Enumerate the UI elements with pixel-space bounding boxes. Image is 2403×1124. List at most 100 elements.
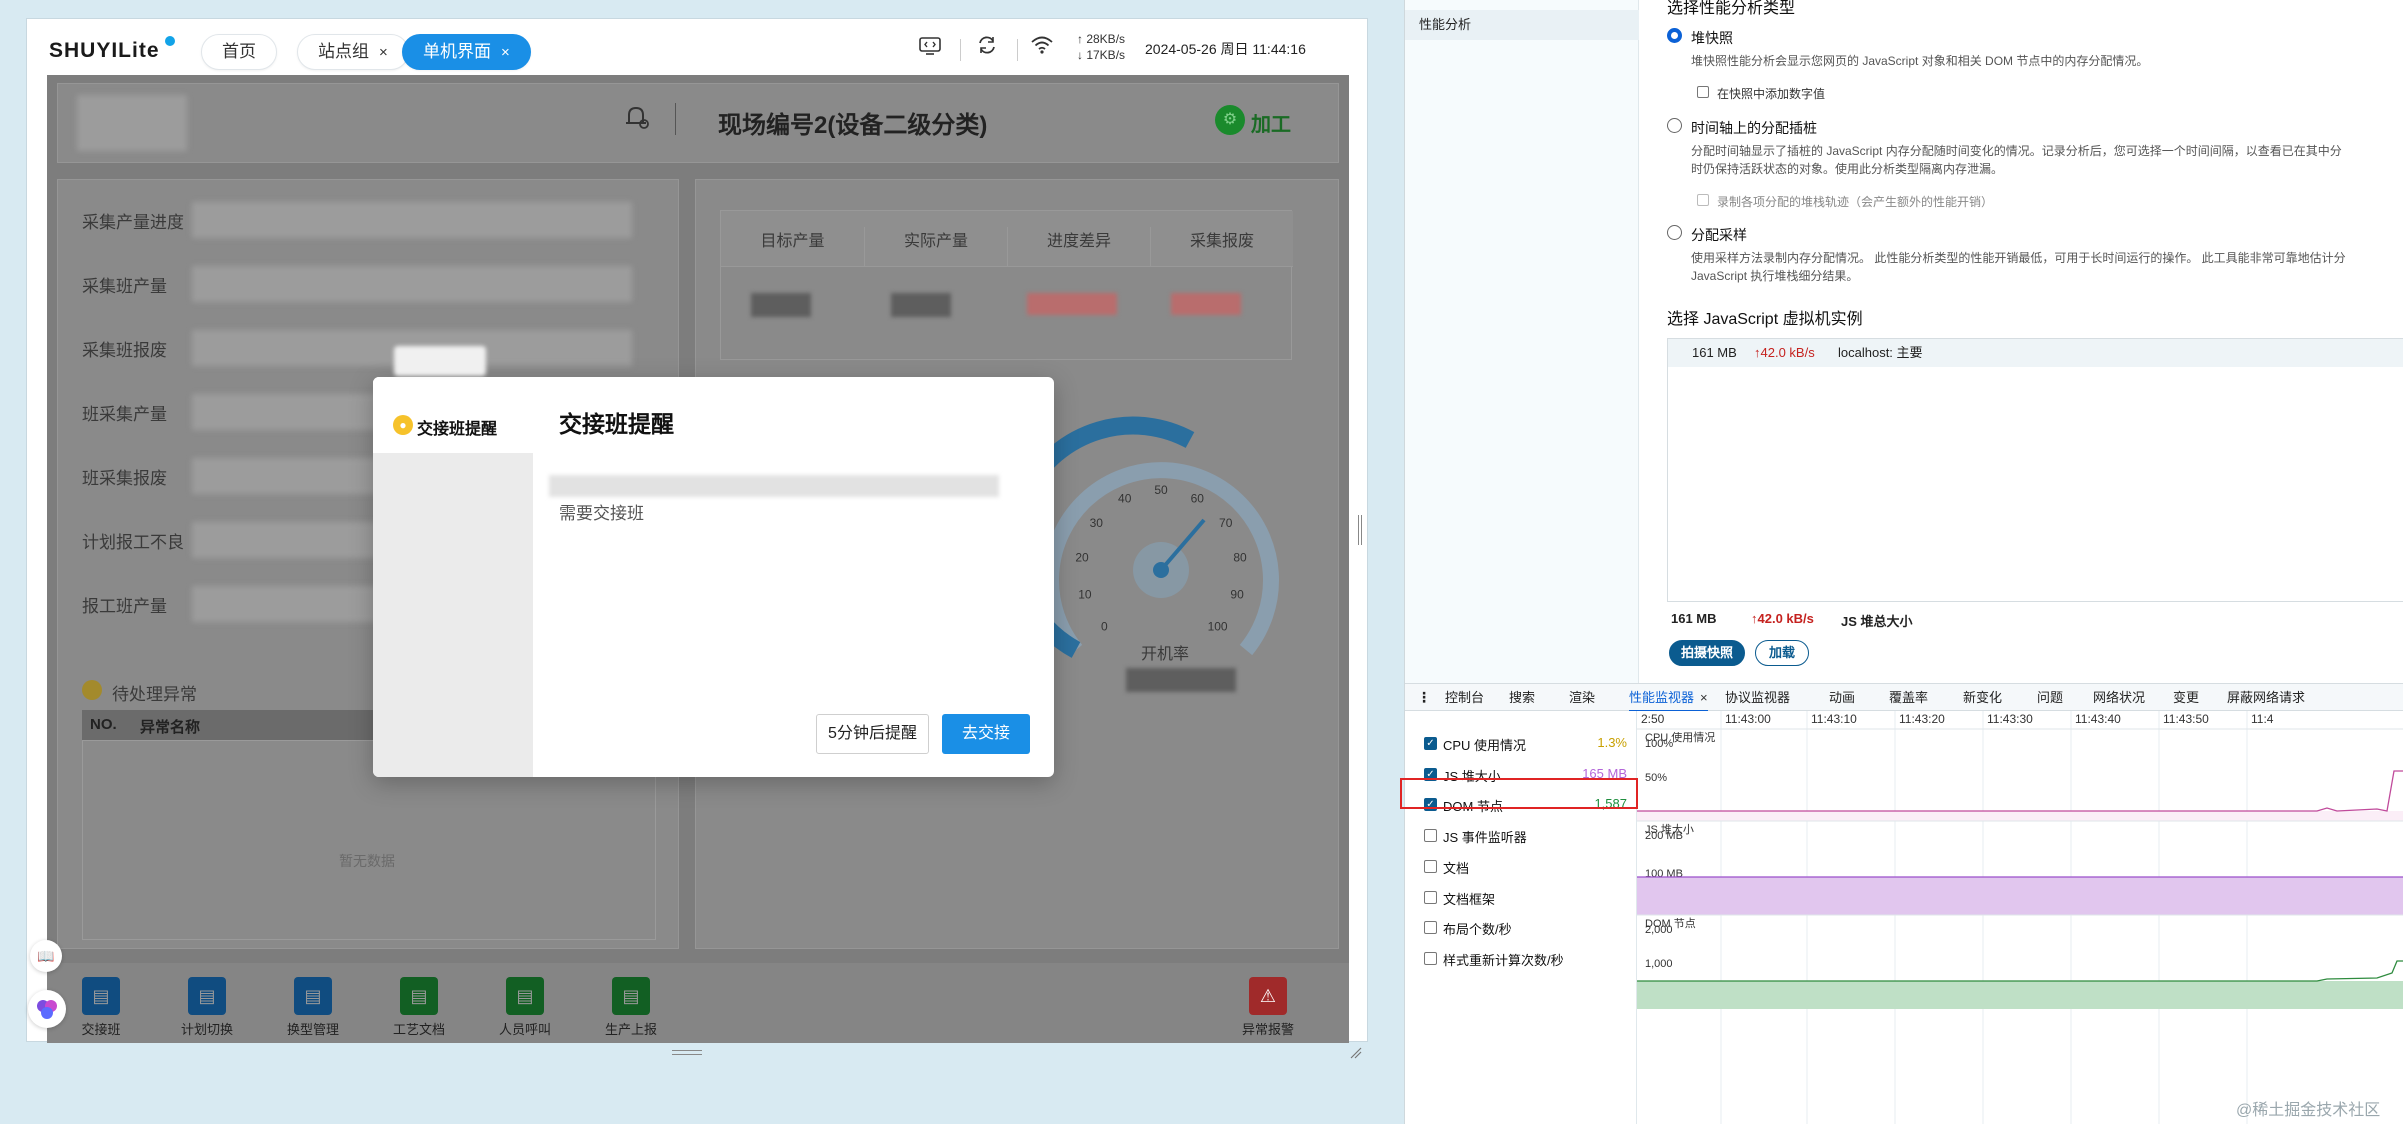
plan-switch-icon: ▤ [188, 977, 226, 1015]
blurred-value [1171, 293, 1241, 315]
bell-settings-icon[interactable] [623, 103, 653, 133]
tab-home[interactable]: 首页 [201, 34, 277, 70]
bell-icon: ● [393, 415, 413, 435]
bottom-bar-button[interactable]: ▤ 生产上报 [591, 977, 671, 1038]
refresh-icon[interactable] [972, 34, 1002, 64]
vm-instance-list: 161 MB ↑42.0 kB/s localhost: 主要 [1667, 338, 2403, 602]
drawer-tab[interactable]: 控制台 [1445, 684, 1484, 712]
metric-label: 文档框架 [1443, 891, 1496, 907]
drawer-tab[interactable]: 搜索 [1509, 684, 1535, 712]
option-desc: 使用采样方法录制内存分配情况。 此性能分析类型的性能开销最低，可用于长时间运行的… [1691, 251, 2346, 265]
drawer-tab[interactable]: 渲染 [1569, 684, 1595, 712]
more-menu-icon[interactable]: ⋮ [1417, 689, 1431, 706]
table-header-cell: 采集报废 [1150, 227, 1293, 267]
chart-area-fill [1637, 981, 2403, 1009]
header-title: 现场编号2(设备二级分类) [718, 112, 988, 139]
close-icon[interactable]: × [1700, 690, 1708, 705]
modal-sidebar-item[interactable]: ● 交接班提醒 [373, 377, 533, 453]
metric-row[interactable]: 文档 [1405, 851, 1637, 881]
table-header-cell: 实际产量 [864, 227, 1007, 267]
chart-axis-label: 1,000 [1645, 958, 1673, 970]
take-snapshot-button[interactable]: 拍摄快照 [1669, 640, 1745, 666]
sidebar-item-profiling[interactable]: 性能分析 [1405, 10, 1639, 40]
metric-row[interactable]: JS 事件监听器 [1405, 820, 1637, 850]
tab-single-machine[interactable]: 单机界面 × [402, 34, 531, 70]
checkbox-checked-icon[interactable]: ✓ [1424, 737, 1437, 750]
radio-heap-snapshot[interactable] [1667, 28, 1682, 43]
drawer-tab[interactable]: 动画 [1829, 684, 1855, 712]
metric-row[interactable]: ✓ CPU 使用情况 1.3% [1405, 728, 1637, 758]
drawer-tab[interactable]: 覆盖率 [1889, 684, 1928, 712]
profile-type-title: 选择性能分析类型 [1667, 0, 1796, 17]
bottom-bar-button[interactable]: ▤ 人员呼叫 [485, 977, 565, 1038]
time-tick-label: 11:43:50 [2163, 712, 2209, 726]
resize-handle-horizontal[interactable] [672, 1050, 702, 1055]
process-button[interactable]: 加工 [1251, 108, 1291, 137]
time-tick-label: 2:50 [1641, 712, 1665, 726]
bottom-bar-button[interactable]: ▤ 工艺文档 [379, 977, 459, 1038]
chart-axis-label: 200 MB [1645, 830, 1683, 842]
resize-handle-vertical[interactable] [1358, 515, 1362, 545]
checkbox-unchecked-icon[interactable] [1424, 921, 1437, 935]
bottom-bar-label: 生产上报 [604, 1022, 657, 1037]
checkbox-unchecked-icon[interactable] [1424, 951, 1437, 965]
drawer-tab[interactable]: 性能监视器 × [1629, 684, 1708, 712]
drawer-tab-label: 搜索 [1509, 690, 1536, 705]
drawer-tab[interactable]: 新变化 [1963, 684, 2002, 712]
remind-later-button[interactable]: 5分钟后提醒 [816, 714, 929, 754]
drawer-tab[interactable]: 屏蔽网络请求 [2227, 684, 2305, 712]
bottom-bar-button[interactable]: ▤ 计划切换 [167, 977, 247, 1038]
checkbox-unchecked-icon[interactable] [1424, 890, 1437, 904]
toolbar-divider [960, 39, 961, 61]
checkbox-label: 录制各项分配的堆栈轨迹（会产生额外的性能开销） [1717, 195, 1994, 209]
drawer-tab-label: 动画 [1829, 690, 1856, 705]
go-handover-button[interactable]: 去交接 [942, 714, 1030, 754]
gauge-tick-label: 20 [1075, 551, 1089, 565]
empty-state: 暂无数据 [339, 853, 395, 869]
person-call-icon: ▤ [506, 977, 544, 1015]
checkbox-numeric-values[interactable] [1697, 86, 1709, 98]
metric-label: 布局个数/秒 [1443, 922, 1512, 938]
modal-sidebar-label: 交接班提醒 [417, 421, 498, 438]
radio-allocation-sampling[interactable] [1667, 225, 1682, 240]
resize-corner-icon[interactable] [1350, 1046, 1362, 1059]
drawer-tab[interactable]: 网络状况 [2093, 684, 2145, 712]
drawer-tab-label: 协议监视器 [1725, 690, 1791, 705]
radio-allocation-timeline[interactable] [1667, 118, 1682, 133]
metric-row[interactable]: 布局个数/秒 [1405, 912, 1637, 942]
drawer-tab-label: 新变化 [1963, 690, 2003, 705]
close-icon[interactable]: × [501, 44, 510, 61]
metric-label: JS 事件监听器 [1443, 830, 1527, 846]
close-icon[interactable]: × [379, 44, 388, 61]
bottom-bar-button[interactable]: ▤ 交接班 [61, 977, 141, 1038]
metric-label: 文档 [1443, 860, 1470, 876]
time-tick-label: 11:4 [2251, 712, 2274, 726]
checkbox-unchecked-icon[interactable] [1424, 859, 1437, 873]
metric-label: 计划报工不良 [82, 533, 184, 552]
heap-total-label: JS 堆总大小 [1841, 614, 1913, 629]
handover-icon: ▤ [82, 977, 120, 1015]
handover-modal: ● 交接班提醒 交接班提醒 需要交接班 5分钟后提醒 去交接 [373, 377, 1054, 777]
gauge-label: 开机率 [1141, 646, 1190, 663]
bottom-bar-button[interactable]: ▤ 换型管理 [273, 977, 353, 1038]
gauge-tick-label: 0 [1101, 620, 1108, 634]
checkbox-unchecked-icon[interactable] [1424, 829, 1437, 843]
chart-axis-label: 50% [1645, 772, 1667, 784]
alarm-icon: ⚠ [1249, 977, 1287, 1015]
blurred-metric-value [192, 202, 632, 238]
drawer-tab[interactable]: 问题 [2037, 684, 2063, 712]
vm-instance-row[interactable]: 161 MB ↑42.0 kB/s localhost: 主要 [1668, 339, 2403, 367]
gauge-tick-label: 60 [1191, 492, 1205, 506]
drawer-tab[interactable]: 协议监视器 [1725, 684, 1790, 712]
alarm-button[interactable]: ⚠ 异常报警 [1228, 977, 1308, 1038]
assistant-brain-icon[interactable] [28, 990, 66, 1028]
tab-label: 单机界面 [423, 42, 491, 61]
metric-row[interactable]: 样式重新计算次数/秒 [1405, 943, 1637, 973]
tab-station-group[interactable]: 站点组 × [297, 34, 409, 70]
blurred-logo [77, 95, 187, 151]
book-icon[interactable]: 📖 [30, 940, 62, 972]
drawer-tab[interactable]: 变更 [2173, 684, 2199, 712]
screen-code-icon[interactable] [915, 34, 945, 64]
metric-row[interactable]: 文档框架 [1405, 882, 1637, 912]
load-button[interactable]: 加载 [1755, 640, 1809, 666]
